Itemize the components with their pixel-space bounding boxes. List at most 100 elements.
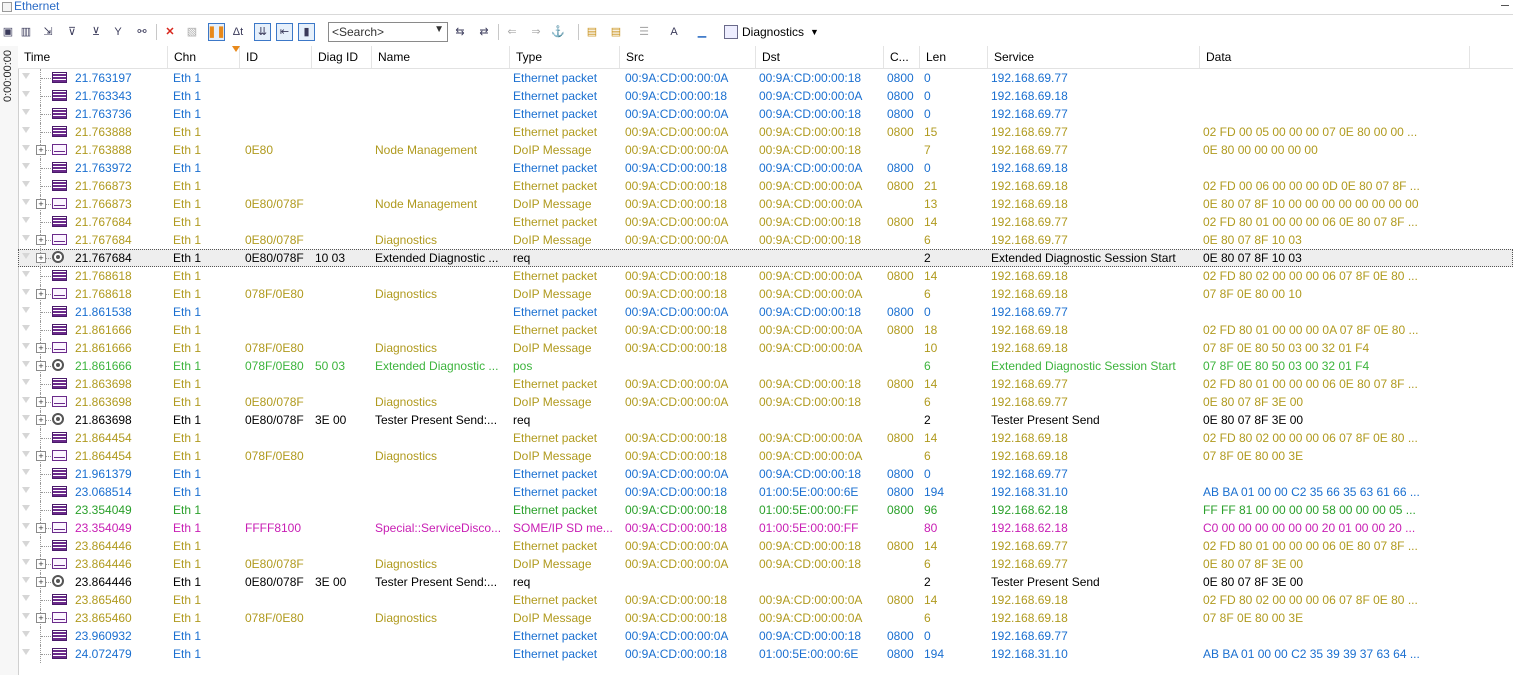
row-filter-icon[interactable] (22, 595, 30, 601)
expand-icon[interactable]: + (36, 199, 46, 209)
table-row[interactable]: 21.763736 Eth 1 Ethernet packet 00:9A:CD:00… (18, 105, 1513, 123)
table-row[interactable]: 21.763343 Eth 1 Ethernet packet 00:9A:CD:00… (18, 87, 1513, 105)
pause-icon[interactable]: ❚❚ (207, 23, 226, 41)
table-row[interactable]: 23.068514 Eth 1 Ethernet packet 00:9A:CD:00… (18, 483, 1513, 501)
column-header-chn[interactable]: Chn (168, 46, 240, 68)
font-size-icon[interactable]: A (666, 23, 682, 41)
column-header-len[interactable]: Len (920, 46, 988, 68)
arrow-left-icon[interactable]: ⇐ (504, 23, 520, 41)
column-header-dst[interactable]: Dst (756, 46, 884, 68)
expand-icon[interactable]: + (36, 613, 46, 623)
table-row[interactable]: 21.763888 Eth 1 Ethernet packet 00:9A:CD:00… (18, 123, 1513, 141)
row-filter-icon[interactable] (22, 343, 30, 349)
window-layout-icon[interactable]: ▁ (694, 23, 710, 41)
layout-icon[interactable]: ☰ (636, 23, 652, 41)
table-row[interactable]: 21.763197 Eth 1 Ethernet packet 00:9A:CD:00… (18, 69, 1513, 87)
table-row[interactable]: +21.768618 Eth 1 078F/0E80 Diagnostics DoIP … (18, 285, 1513, 303)
row-filter-icon[interactable] (22, 253, 30, 259)
column-header-type[interactable]: Type (510, 46, 620, 68)
column-header-diag-id[interactable]: Diag ID (312, 46, 372, 68)
row-filter-icon[interactable] (22, 613, 30, 619)
table-row[interactable]: 23.960932 Eth 1 Ethernet packet 00:9A:CD:00… (18, 627, 1513, 645)
filter-pass-icon[interactable]: ⊻ (88, 23, 104, 41)
row-filter-icon[interactable] (22, 361, 30, 367)
column-header-time[interactable]: Time (18, 46, 168, 68)
row-filter-icon[interactable] (22, 307, 30, 313)
table-row[interactable]: +21.863698 Eth 1 0E80/078F Diagnostics DoIP … (18, 393, 1513, 411)
protocol-filter-select[interactable]: Diagnostics ▼ (724, 23, 819, 41)
bookmark-icon[interactable]: ⚓ (550, 23, 566, 41)
expand-icon[interactable]: + (36, 523, 46, 533)
expand-icon[interactable]: + (36, 397, 46, 407)
scroll-icon[interactable]: ⇊ (254, 23, 271, 41)
row-filter-icon[interactable] (22, 379, 30, 385)
table-row[interactable]: 21.861666 Eth 1 Ethernet packet 00:9A:CD:00… (18, 321, 1513, 339)
row-filter-icon[interactable] (22, 577, 30, 583)
table-row[interactable]: 24.072479 Eth 1 Ethernet packet 00:9A:CD:00… (18, 645, 1513, 663)
delete-icon[interactable]: ▧ (184, 23, 200, 41)
expand-icon[interactable]: + (36, 343, 46, 353)
folder-settings-icon[interactable]: ▤ (608, 23, 624, 41)
table-row[interactable]: +21.767684 Eth 1 0E80/078F 10 03 Extended Di… (18, 249, 1513, 267)
mark-icon[interactable]: ⇤ (276, 23, 293, 41)
expand-icon[interactable]: + (36, 235, 46, 245)
table-row[interactable]: +23.865460 Eth 1 078F/0E80 Diagnostics DoIP … (18, 609, 1513, 627)
table-row[interactable]: +21.863698 Eth 1 0E80/078F 3E 00 Tester Pres… (18, 411, 1513, 429)
column-header-data[interactable]: Data (1200, 46, 1470, 68)
delta-time-icon[interactable]: Δt (230, 23, 246, 41)
row-filter-icon[interactable] (22, 505, 30, 511)
find-previous-icon[interactable]: ⇆ (452, 23, 468, 41)
row-filter-icon[interactable] (22, 487, 30, 493)
table-row[interactable]: 21.961379 Eth 1 Ethernet packet 00:9A:CD:00… (18, 465, 1513, 483)
row-filter-icon[interactable] (22, 73, 30, 79)
table-row[interactable]: +21.861666 Eth 1 078F/0E80 Diagnostics DoIP … (18, 339, 1513, 357)
column-header-c[interactable]: C... (884, 46, 920, 68)
detail-view-icon[interactable]: ▣ (0, 23, 16, 41)
table-row[interactable]: +23.864446 Eth 1 0E80/078F Diagnostics DoIP … (18, 555, 1513, 573)
expand-icon[interactable]: + (36, 361, 46, 371)
column-header-name[interactable]: Name (372, 46, 510, 68)
row-filter-icon[interactable] (22, 271, 30, 277)
table-row[interactable]: 21.861538 Eth 1 Ethernet packet 00:9A:CD:00… (18, 303, 1513, 321)
row-filter-icon[interactable] (22, 649, 30, 655)
table-row[interactable]: +21.864454 Eth 1 078F/0E80 Diagnostics DoIP … (18, 447, 1513, 465)
row-filter-icon[interactable] (22, 145, 30, 151)
table-row[interactable]: +21.763888 Eth 1 0E80 Node Management DoIP M… (18, 141, 1513, 159)
row-filter-icon[interactable] (22, 199, 30, 205)
row-filter-icon[interactable] (22, 397, 30, 403)
binoculars-icon[interactable]: ⚯ (134, 23, 150, 41)
row-filter-icon[interactable] (22, 469, 30, 475)
row-filter-icon[interactable] (22, 181, 30, 187)
table-row[interactable]: +23.864446 Eth 1 0E80/078F 3E 00 Tester Pres… (18, 573, 1513, 591)
row-filter-icon[interactable] (22, 559, 30, 565)
expand-icon[interactable]: + (36, 577, 46, 587)
table-row[interactable]: 23.864446 Eth 1 Ethernet packet 00:9A:CD:00… (18, 537, 1513, 555)
expand-icon[interactable]: + (36, 145, 46, 155)
expand-icon[interactable]: + (36, 415, 46, 425)
statistics-icon[interactable]: ▥ (18, 23, 34, 41)
row-filter-icon[interactable] (22, 325, 30, 331)
table-row[interactable]: 21.767684 Eth 1 Ethernet packet 00:9A:CD:00… (18, 213, 1513, 231)
row-filter-icon[interactable] (22, 91, 30, 97)
row-filter-icon[interactable] (22, 217, 30, 223)
row-filter-icon[interactable] (22, 163, 30, 169)
table-row[interactable]: 21.763972 Eth 1 Ethernet packet 00:9A:CD:00… (18, 159, 1513, 177)
expand-icon[interactable]: + (36, 559, 46, 569)
row-filter-icon[interactable] (22, 451, 30, 457)
arrow-right-icon[interactable]: ⇒ (528, 23, 544, 41)
table-row[interactable]: +23.354049 Eth 1 FFFF8100 Special::ServiceD… (18, 519, 1513, 537)
row-filter-icon[interactable] (22, 127, 30, 133)
table-row[interactable]: 23.354049 Eth 1 Ethernet packet 00:9A:CD:00… (18, 501, 1513, 519)
table-row[interactable]: 21.766873 Eth 1 Ethernet packet 00:9A:CD:00… (18, 177, 1513, 195)
find-next-icon[interactable]: ⇄ (476, 23, 492, 41)
row-filter-icon[interactable] (22, 541, 30, 547)
export-icon[interactable]: ⇲ (40, 23, 56, 41)
expand-icon[interactable]: + (36, 289, 46, 299)
chart-view-icon[interactable]: ▮ (298, 23, 315, 41)
row-filter-icon[interactable] (22, 523, 30, 529)
row-filter-icon[interactable] (22, 415, 30, 421)
table-row[interactable]: 21.863698 Eth 1 Ethernet packet 00:9A:CD:00… (18, 375, 1513, 393)
row-filter-icon[interactable] (22, 235, 30, 241)
table-row[interactable]: +21.861666 Eth 1 078F/0E80 50 03 Extended Di… (18, 357, 1513, 375)
expand-icon[interactable]: + (36, 253, 46, 263)
